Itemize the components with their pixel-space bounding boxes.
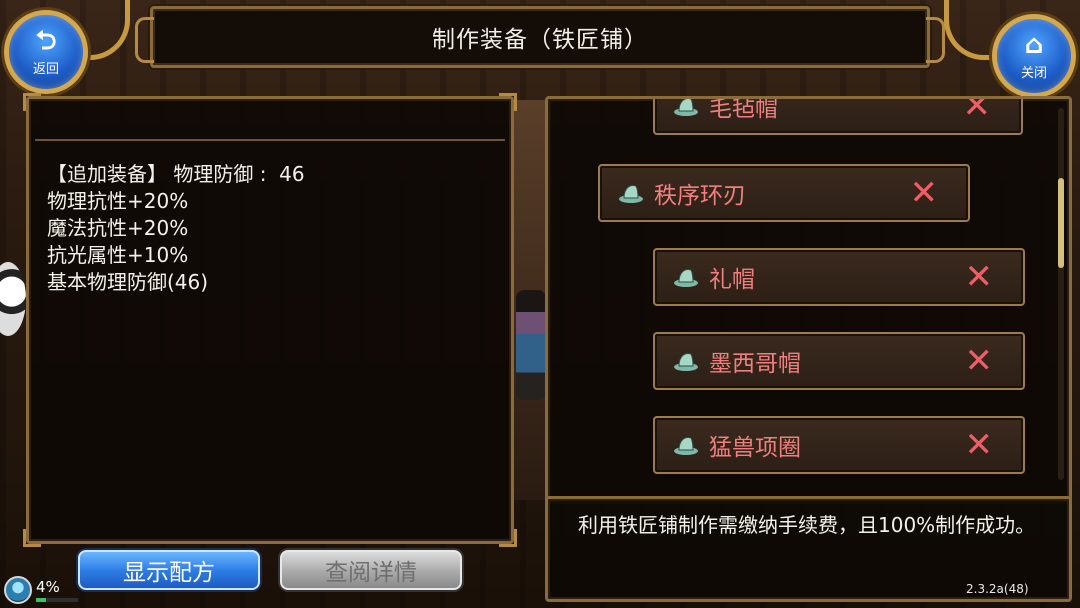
hat-icon — [674, 437, 698, 455]
background-character — [516, 290, 546, 400]
recipe-item[interactable]: 墨西哥帽 ✕ — [653, 332, 1025, 390]
return-arrow-icon: ⮌ — [35, 25, 57, 56]
detail-line: 物理抗性+20% — [47, 189, 189, 213]
remove-icon[interactable]: ✕ — [910, 166, 939, 220]
recipe-item-name: 礼帽 — [709, 267, 755, 293]
remove-icon[interactable]: ✕ — [965, 418, 994, 472]
back-button[interactable]: ⮌ 返回 — [4, 10, 88, 94]
hat-icon — [674, 269, 698, 287]
page-title: 制作装备（铁匠铺） — [432, 27, 648, 53]
hat-icon — [674, 353, 698, 371]
recipe-item-name: 秩序环刃 — [654, 183, 746, 209]
back-button-label: 返回 — [32, 61, 59, 77]
recipe-item[interactable]: 毛毡帽 ✕ — [653, 96, 1023, 135]
view-details-button[interactable]: 查阅详情 — [280, 550, 462, 590]
detail-line: 基本物理防御(46) — [47, 270, 209, 294]
status-percent: 4% — [36, 578, 60, 596]
status-progress-bar — [36, 598, 78, 602]
close-button-label: 关闭 — [1020, 65, 1047, 81]
remove-icon[interactable]: ✕ — [965, 250, 994, 304]
detail-line: 抗光属性+10% — [47, 243, 189, 267]
detail-line: 【追加装备】 物理防御 : 46 — [47, 162, 305, 186]
equipment-detail-panel: 【追加装备】 物理防御 : 46 物理抗性+20% 魔法抗性+20% 抗光属性+… — [23, 93, 517, 547]
hat-icon — [619, 185, 643, 203]
recipe-item[interactable]: 猛兽项圈 ✕ — [653, 416, 1025, 474]
network-status-icon — [4, 576, 32, 604]
recipe-item-name: 毛毡帽 — [709, 96, 778, 122]
status-progress-fill — [36, 598, 47, 602]
home-icon: ⌂ — [1024, 29, 1044, 60]
remove-icon[interactable]: ✕ — [965, 334, 994, 388]
recipe-item[interactable]: 礼帽 ✕ — [653, 248, 1025, 306]
version-label: 2.3.2a(48) — [966, 582, 1029, 596]
panel-corner — [499, 529, 517, 547]
detail-header — [35, 105, 505, 141]
recipe-scrollbar[interactable] — [1058, 108, 1064, 480]
close-button[interactable]: ⌂ 关闭 — [992, 14, 1076, 98]
recipe-item[interactable]: 秩序环刃 ✕ — [598, 164, 970, 222]
recipe-list-panel: 毛毡帽 ✕ 秩序环刃 ✕ 礼帽 ✕ 墨西哥帽 ✕ 猛兽项圈 ✕ — [545, 96, 1072, 504]
detail-line: 魔法抗性+20% — [47, 216, 189, 240]
scrollbar-thumb[interactable] — [1058, 178, 1064, 268]
show-recipe-button[interactable]: 显示配方 — [78, 550, 260, 590]
remove-icon[interactable]: ✕ — [963, 99, 992, 133]
panel-corner — [23, 529, 41, 547]
fee-notice-text: 利用铁匠铺制作需缴纳手续费，且100%制作成功。 — [578, 513, 1036, 537]
hat-icon — [674, 99, 698, 116]
detail-stats: 【追加装备】 物理防御 : 46 物理抗性+20% 魔法抗性+20% 抗光属性+… — [47, 161, 497, 296]
title-bar: 制作装备（铁匠铺） — [135, 6, 945, 68]
recipe-item-name: 墨西哥帽 — [709, 351, 801, 377]
recipe-item-name: 猛兽项圈 — [709, 435, 801, 461]
